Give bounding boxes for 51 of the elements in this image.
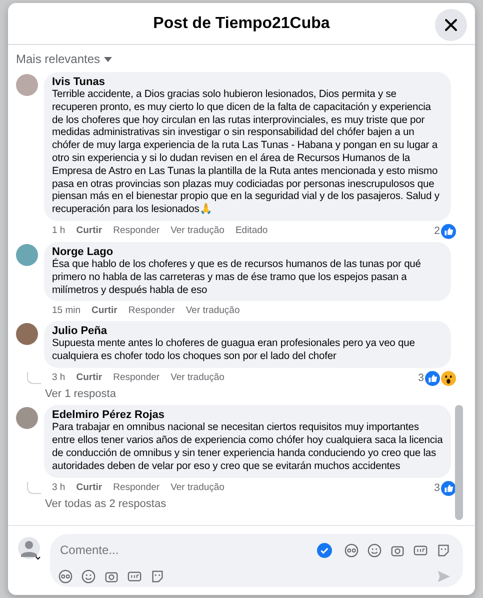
author-link[interactable]: Ivis Tunas [52,75,443,89]
avatar[interactable] [16,323,38,346]
author-link[interactable]: Julio Peña [52,324,443,338]
comment-time[interactable]: 1 h [52,224,66,238]
camera-icon[interactable] [104,569,119,584]
avatar[interactable] [16,244,38,266]
action-link[interactable]: Ver tradução [170,371,224,386]
comment-text: Terrible accidente, a Dios gracias solo hubieron lesionados, Dios permita y se recuperen pronto, es muy cierto lo que dicen de la falta de capacitación y experiencia de los choferes que hoy circulan en las rutas interprovinciales, es muy triste que por medidas administrativas sin investigar o sin responsabilidad del chófer bajen a un chófer de muy larga experiencia de la ruta Las Tunas - Habana y pongan en su lugar a otro sin experiencia y si lo dudan revisen en el área de Recursos Humanos de la Empresa de Astro en Las Tunas la plantilla de la Ruta antes mencionada y esto mismo pasa en otras provincias son plazas muy codiciadas por personas inescrupulosos que piensan más en el bienestar propio que en la seguridad vial y de los pasajeros. Salud y recuperación para los lesionados🙏 [52,89,440,217]
reaction-count[interactable]: 2 [434,224,440,238]
user-avatar-icon[interactable] [18,537,42,561]
close-icon [444,18,458,32]
caret-icon [104,56,112,62]
avatar[interactable] [16,407,38,430]
comment-time[interactable]: 15 min [52,304,81,318]
gif-icon[interactable] [413,542,428,558]
action-link[interactable]: Ver tradução [186,304,240,318]
action-link[interactable]: Curtir [76,481,102,496]
reaction-count[interactable]: 3 [434,481,440,496]
dialog-title: Post de Tiempo21Cuba [153,14,330,34]
check-icon[interactable] [317,542,332,558]
sticker-icon[interactable] [150,569,165,584]
author-link[interactable]: Edelmiro Pérez Rojas [52,408,443,422]
action-link[interactable]: Responder [113,224,160,238]
edited-label: Editado [235,224,268,238]
comment-text: Ésa que hablo de los choferes y que es de recursos humanos de las tunas por qué primero no habla de las carreteras y mas de ése tramo que los espejos pasan a milímetros y después habla de eso [52,258,422,298]
avatar-sticker-icon[interactable] [344,542,359,558]
avatar-sticker-icon[interactable] [58,569,73,584]
action-link[interactable]: Ver tradução [170,224,224,238]
comment-time[interactable]: 3 h [52,371,66,386]
sort-dropdown[interactable]: Mais relevantes [16,50,112,68]
scrollbar-thumb[interactable] [455,405,463,520]
view-replies-link[interactable]: Ver todas as 2 respostas [45,496,166,512]
action-link[interactable]: Curtir [76,371,102,386]
emoji-icon[interactable] [81,569,96,584]
action-link[interactable]: Curtir [76,224,102,238]
comment-text: Supuesta mente antes lo choferes de guagua eran profesionales pero ya veo que cualquiera es chofer todo los choques son por el lado del chofer [52,338,416,364]
reaction-count[interactable]: 3 [418,371,424,386]
action-link[interactable]: Responder [113,481,160,496]
gif-icon[interactable] [127,569,142,584]
sticker-icon[interactable] [436,542,451,558]
comment-text: Para trabajar en omnibus nacional se necesitan ciertos requisitos muy importantes entre ellos tener varios años de experiencia como chófer hoy cualquiera saca la licencia de conducción de omnibus y sin tener experiencia handa conduciendo yo creo que las autoridades deben de velar por eso y creo que se evitarán muchos accidentes [52,422,443,474]
author-link[interactable]: Norge Lago [52,244,443,259]
action-link[interactable]: Responder [113,371,160,386]
emoji-icon[interactable] [367,542,382,558]
action-link[interactable]: Curtir [92,304,118,318]
view-replies-link[interactable]: Ver 1 resposta [45,386,116,402]
close-button[interactable] [435,9,467,41]
action-link[interactable]: Responder [128,304,175,318]
comment-input[interactable]: Comente... [58,540,238,560]
action-link[interactable]: Ver tradução [170,481,224,496]
comment-time[interactable]: 3 h [52,481,66,496]
